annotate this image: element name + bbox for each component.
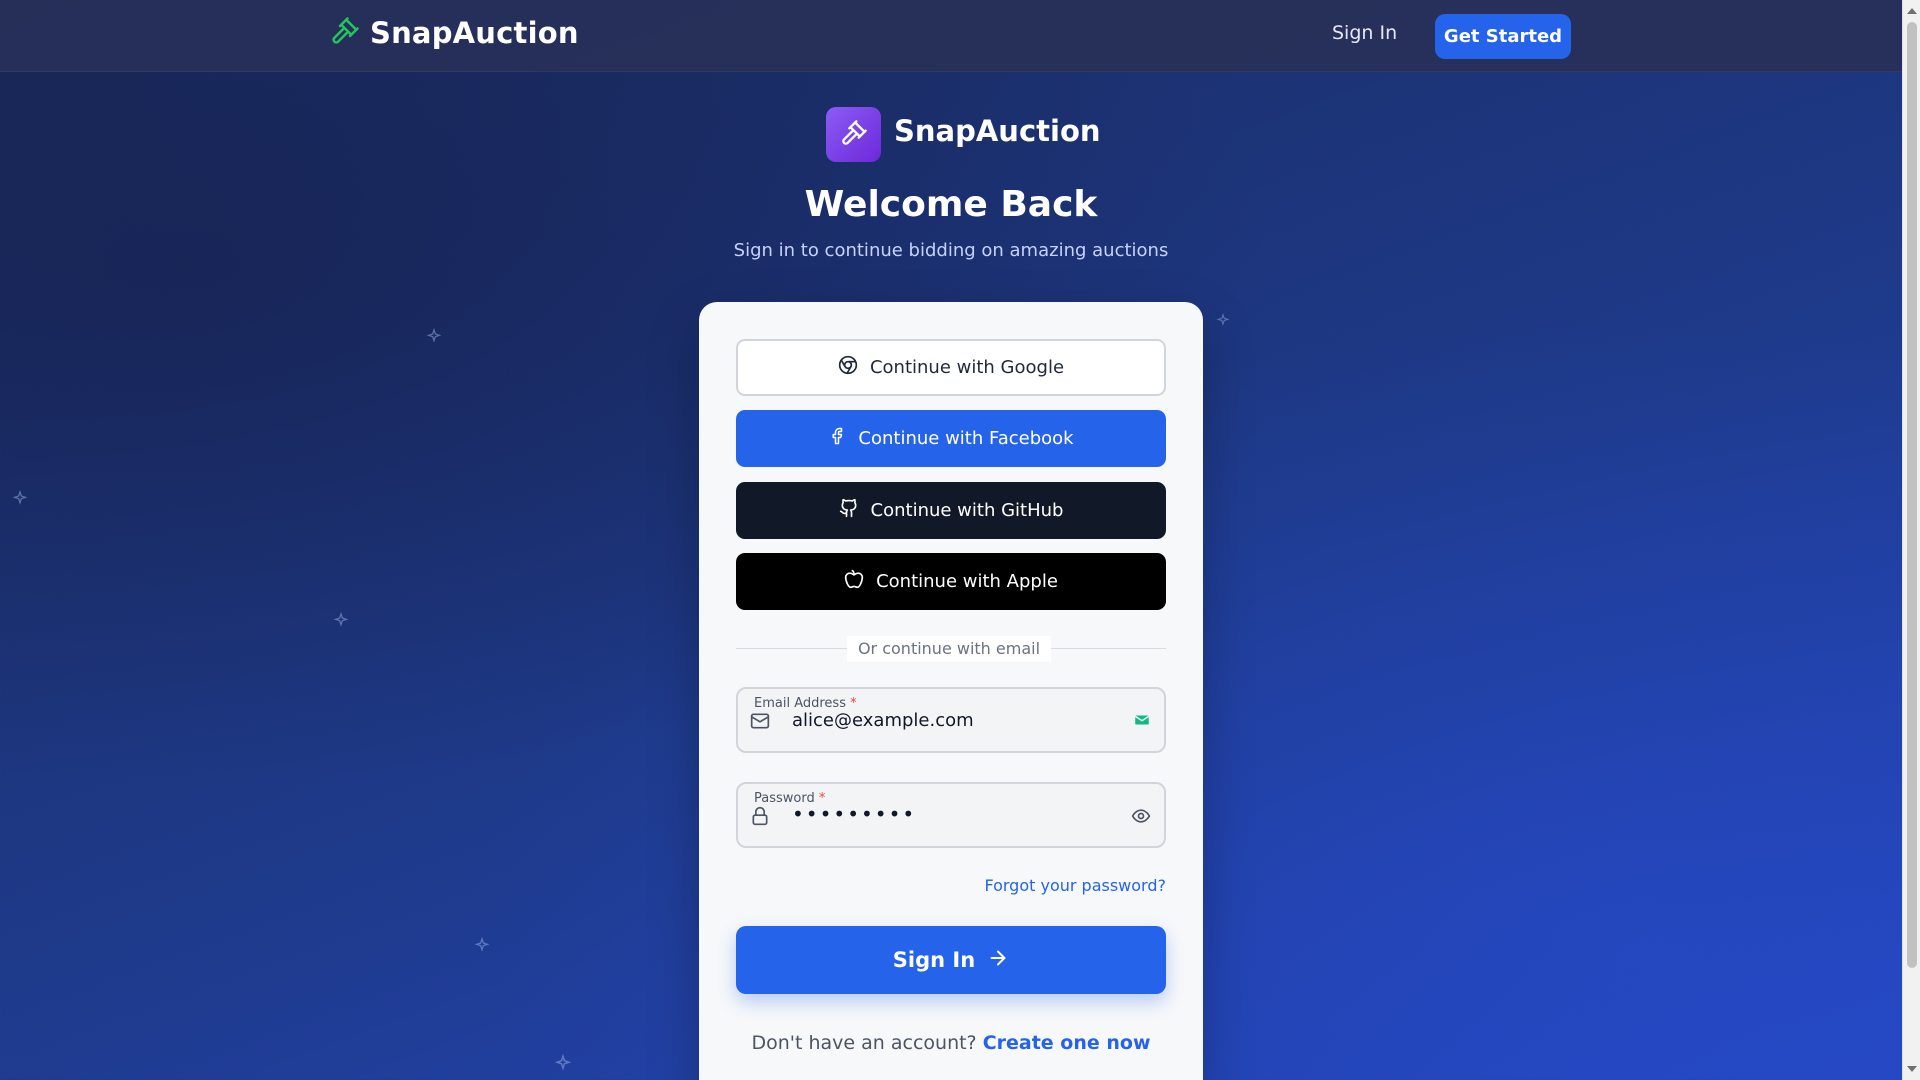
nav-brand[interactable]: SnapAuction bbox=[330, 16, 579, 50]
logo bbox=[826, 107, 881, 162]
arrow-right-icon bbox=[987, 947, 1009, 974]
github-icon bbox=[839, 498, 859, 523]
gavel-icon bbox=[330, 16, 360, 50]
header-brand: SnapAuction bbox=[894, 114, 1101, 148]
signup-prompt: Don't have an account? Create one now bbox=[699, 1032, 1203, 1054]
facebook-signin-button[interactable]: Continue with Facebook bbox=[736, 410, 1166, 467]
apple-signin-label: Continue with Apple bbox=[876, 571, 1058, 592]
sparkle-icon bbox=[1216, 312, 1230, 331]
scroll-down-arrow[interactable] bbox=[1907, 1066, 1917, 1072]
mail-check-icon bbox=[1133, 711, 1151, 733]
google-signin-label: Continue with Google bbox=[869, 357, 1065, 378]
create-account-link[interactable]: Create one now bbox=[983, 1032, 1151, 1054]
page-title: Welcome Back bbox=[804, 184, 1098, 225]
sparkle-icon bbox=[554, 1053, 572, 1076]
sparkle-icon bbox=[426, 327, 442, 348]
chrome-icon bbox=[838, 355, 858, 380]
gavel-icon bbox=[840, 119, 868, 151]
signup-text: Don't have an account? bbox=[751, 1032, 977, 1054]
apple-signin-button[interactable]: Continue with Apple bbox=[736, 553, 1166, 610]
email-label: Email Address * bbox=[754, 696, 857, 711]
sparkle-icon bbox=[474, 936, 490, 957]
sparkle-icon bbox=[333, 611, 349, 632]
navbar: SnapAuction Sign In Get Started bbox=[0, 0, 1902, 72]
signin-submit-label: Sign In bbox=[892, 948, 976, 972]
brand-name: SnapAuction bbox=[370, 16, 579, 50]
password-field[interactable]: Password * ••••••••• bbox=[736, 782, 1166, 848]
mail-icon bbox=[750, 711, 770, 735]
page-subtitle: Sign in to continue bidding on amazing a… bbox=[733, 240, 1169, 261]
page: SnapAuction Sign In Get Started SnapAuct… bbox=[0, 0, 1902, 1080]
nav-signin-link[interactable]: Sign In bbox=[1332, 22, 1397, 44]
required-marker: * bbox=[850, 696, 857, 711]
password-input[interactable]: ••••••••• bbox=[792, 802, 916, 826]
forgot-password-link[interactable]: Forgot your password? bbox=[984, 876, 1166, 895]
github-signin-label: Continue with GitHub bbox=[870, 500, 1064, 521]
eye-icon[interactable] bbox=[1131, 806, 1151, 830]
signin-card: Continue with Google Continue with Faceb… bbox=[699, 302, 1203, 1080]
email-field[interactable]: Email Address * alice@example.com bbox=[736, 687, 1166, 753]
lock-icon bbox=[750, 806, 770, 830]
facebook-icon bbox=[828, 426, 846, 451]
signin-submit-button[interactable]: Sign In bbox=[736, 926, 1166, 994]
get-started-button[interactable]: Get Started bbox=[1435, 14, 1571, 59]
vertical-scrollbar[interactable] bbox=[1902, 0, 1920, 1080]
scroll-up-arrow[interactable] bbox=[1907, 8, 1917, 14]
sparkle-icon bbox=[12, 489, 28, 510]
scroll-thumb[interactable] bbox=[1907, 22, 1917, 968]
github-signin-button[interactable]: Continue with GitHub bbox=[736, 482, 1166, 539]
divider-label: Or continue with email bbox=[847, 636, 1051, 662]
facebook-signin-label: Continue with Facebook bbox=[858, 428, 1074, 449]
apple-icon bbox=[844, 569, 864, 594]
email-input[interactable]: alice@example.com bbox=[792, 710, 974, 731]
google-signin-button[interactable]: Continue with Google bbox=[736, 339, 1166, 396]
